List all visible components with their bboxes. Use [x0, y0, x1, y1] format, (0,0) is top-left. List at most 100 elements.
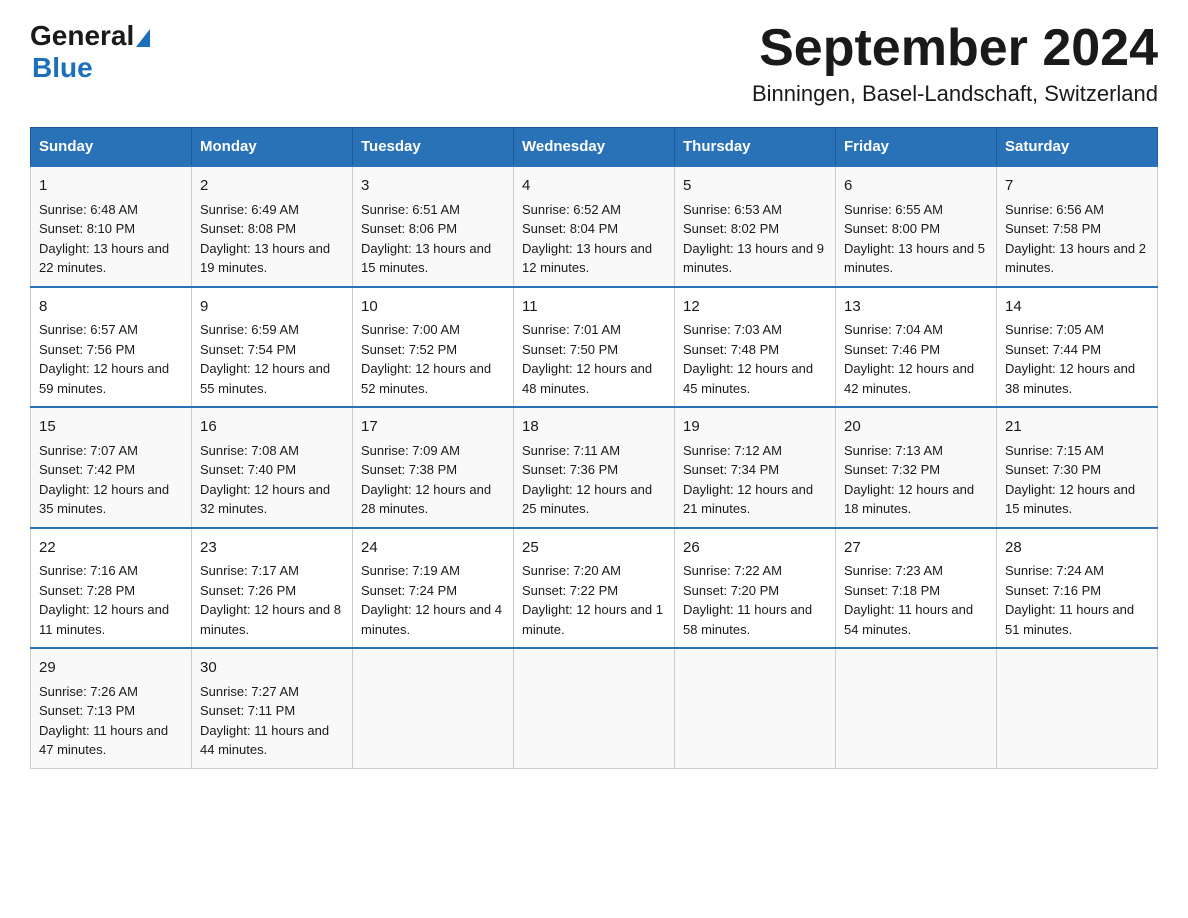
day-number: 17 [361, 416, 505, 439]
calendar-cell: 24 Sunrise: 7:19 AMSunset: 7:24 PMDayligh… [353, 528, 514, 649]
day-number: 11 [522, 296, 666, 319]
week-row-2: 8 Sunrise: 6:57 AMSunset: 7:56 PMDaylight… [31, 287, 1158, 408]
day-info: Sunrise: 7:03 AMSunset: 7:48 PMDaylight:… [683, 322, 813, 396]
weekday-header-row: SundayMondayTuesdayWednesdayThursdayFrid… [31, 128, 1158, 167]
calendar-cell [836, 648, 997, 768]
logo-general-text: General [30, 20, 134, 52]
day-info: Sunrise: 6:57 AMSunset: 7:56 PMDaylight:… [39, 322, 169, 396]
calendar-cell: 10Sunrise: 7:00 AMSunset: 7:52 PMDayligh… [353, 287, 514, 408]
calendar-cell: 15Sunrise: 7:07 AMSunset: 7:42 PMDayligh… [31, 407, 192, 528]
day-info: Sunrise: 7:00 AMSunset: 7:52 PMDaylight:… [361, 322, 491, 396]
day-info: Sunrise: 7:27 AMSunset: 7:11 PMDaylight:… [200, 684, 329, 758]
week-row-3: 15Sunrise: 7:07 AMSunset: 7:42 PMDayligh… [31, 407, 1158, 528]
day-number: 22 [39, 537, 183, 560]
day-number: 20 [844, 416, 988, 439]
week-row-5: 29Sunrise: 7:26 AMSunset: 7:13 PMDayligh… [31, 648, 1158, 768]
calendar-cell: 21 Sunrise: 7:15 AMSunset: 7:30 PMDayligh… [997, 407, 1158, 528]
day-number: 8 [39, 296, 183, 319]
day-number: 25 [522, 537, 666, 560]
calendar-cell: 14 Sunrise: 7:05 AMSunset: 7:44 PMDayligh… [997, 287, 1158, 408]
calendar-cell: 2 Sunrise: 6:49 AMSunset: 8:08 PMDaylight… [192, 166, 353, 287]
calendar-cell [514, 648, 675, 768]
calendar-cell [675, 648, 836, 768]
day-info: Sunrise: 7:07 AMSunset: 7:42 PMDaylight:… [39, 443, 169, 517]
day-info: Sunrise: 7:11 AMSunset: 7:36 PMDaylight:… [522, 443, 652, 517]
day-info: Sunrise: 6:56 AMSunset: 7:58 PMDaylight:… [1005, 202, 1146, 276]
day-number: 21 [1005, 416, 1149, 439]
calendar-cell: 9 Sunrise: 6:59 AMSunset: 7:54 PMDaylight… [192, 287, 353, 408]
calendar-cell: 25 Sunrise: 7:20 AMSunset: 7:22 PMDayligh… [514, 528, 675, 649]
page-header: General Blue September 2024 Binningen, B… [30, 20, 1158, 107]
day-info: Sunrise: 7:16 AMSunset: 7:28 PMDaylight:… [39, 563, 169, 637]
day-info: Sunrise: 6:48 AMSunset: 8:10 PMDaylight:… [39, 202, 169, 276]
day-number: 6 [844, 175, 988, 198]
day-info: Sunrise: 7:13 AMSunset: 7:32 PMDaylight:… [844, 443, 974, 517]
weekday-header-saturday: Saturday [997, 128, 1158, 167]
calendar-cell: 7 Sunrise: 6:56 AMSunset: 7:58 PMDaylight… [997, 166, 1158, 287]
calendar-cell: 5Sunrise: 6:53 AMSunset: 8:02 PMDaylight… [675, 166, 836, 287]
calendar-cell: 29Sunrise: 7:26 AMSunset: 7:13 PMDayligh… [31, 648, 192, 768]
weekday-header-thursday: Thursday [675, 128, 836, 167]
day-info: Sunrise: 6:53 AMSunset: 8:02 PMDaylight:… [683, 202, 824, 276]
day-info: Sunrise: 7:05 AMSunset: 7:44 PMDaylight:… [1005, 322, 1135, 396]
day-number: 2 [200, 175, 344, 198]
day-info: Sunrise: 7:09 AMSunset: 7:38 PMDaylight:… [361, 443, 491, 517]
calendar-cell [353, 648, 514, 768]
week-row-1: 1Sunrise: 6:48 AMSunset: 8:10 PMDaylight… [31, 166, 1158, 287]
calendar-cell: 26 Sunrise: 7:22 AMSunset: 7:20 PMDayligh… [675, 528, 836, 649]
day-number: 27 [844, 537, 988, 560]
location-title: Binningen, Basel-Landschaft, Switzerland [752, 81, 1158, 107]
calendar-cell: 13 Sunrise: 7:04 AMSunset: 7:46 PMDayligh… [836, 287, 997, 408]
day-info: Sunrise: 7:22 AMSunset: 7:20 PMDaylight:… [683, 563, 812, 637]
day-info: Sunrise: 7:08 AMSunset: 7:40 PMDaylight:… [200, 443, 330, 517]
calendar-cell: 12 Sunrise: 7:03 AMSunset: 7:48 PMDayligh… [675, 287, 836, 408]
day-number: 26 [683, 537, 827, 560]
day-info: Sunrise: 7:04 AMSunset: 7:46 PMDaylight:… [844, 322, 974, 396]
month-title: September 2024 [752, 20, 1158, 77]
calendar-cell [997, 648, 1158, 768]
day-number: 7 [1005, 175, 1149, 198]
day-number: 14 [1005, 296, 1149, 319]
weekday-header-wednesday: Wednesday [514, 128, 675, 167]
calendar-cell: 27Sunrise: 7:23 AMSunset: 7:18 PMDayligh… [836, 528, 997, 649]
logo: General Blue [30, 20, 152, 84]
calendar-cell: 3 Sunrise: 6:51 AMSunset: 8:06 PMDaylight… [353, 166, 514, 287]
day-info: Sunrise: 7:17 AMSunset: 7:26 PMDaylight:… [200, 563, 341, 637]
day-info: Sunrise: 7:24 AMSunset: 7:16 PMDaylight:… [1005, 563, 1134, 637]
day-number: 28 [1005, 537, 1149, 560]
day-number: 9 [200, 296, 344, 319]
calendar-cell: 6 Sunrise: 6:55 AMSunset: 8:00 PMDaylight… [836, 166, 997, 287]
weekday-header-friday: Friday [836, 128, 997, 167]
day-info: Sunrise: 6:59 AMSunset: 7:54 PMDaylight:… [200, 322, 330, 396]
day-number: 19 [683, 416, 827, 439]
calendar-cell: 18Sunrise: 7:11 AMSunset: 7:36 PMDayligh… [514, 407, 675, 528]
day-number: 30 [200, 657, 344, 680]
day-number: 4 [522, 175, 666, 198]
day-info: Sunrise: 7:20 AMSunset: 7:22 PMDaylight:… [522, 563, 663, 637]
weekday-header-tuesday: Tuesday [353, 128, 514, 167]
day-number: 23 [200, 537, 344, 560]
calendar-cell: 1Sunrise: 6:48 AMSunset: 8:10 PMDaylight… [31, 166, 192, 287]
day-number: 12 [683, 296, 827, 319]
calendar-cell: 30 Sunrise: 7:27 AMSunset: 7:11 PMDayligh… [192, 648, 353, 768]
day-info: Sunrise: 7:26 AMSunset: 7:13 PMDaylight:… [39, 684, 168, 758]
calendar-cell: 20 Sunrise: 7:13 AMSunset: 7:32 PMDayligh… [836, 407, 997, 528]
day-info: Sunrise: 7:15 AMSunset: 7:30 PMDaylight:… [1005, 443, 1135, 517]
calendar-table: SundayMondayTuesdayWednesdayThursdayFrid… [30, 127, 1158, 769]
day-number: 24 [361, 537, 505, 560]
week-row-4: 22 Sunrise: 7:16 AMSunset: 7:28 PMDayligh… [31, 528, 1158, 649]
day-info: Sunrise: 6:49 AMSunset: 8:08 PMDaylight:… [200, 202, 330, 276]
day-number: 13 [844, 296, 988, 319]
calendar-cell: 17 Sunrise: 7:09 AMSunset: 7:38 PMDayligh… [353, 407, 514, 528]
day-info: Sunrise: 7:12 AMSunset: 7:34 PMDaylight:… [683, 443, 813, 517]
day-number: 16 [200, 416, 344, 439]
calendar-cell: 28 Sunrise: 7:24 AMSunset: 7:16 PMDayligh… [997, 528, 1158, 649]
day-info: Sunrise: 6:51 AMSunset: 8:06 PMDaylight:… [361, 202, 491, 276]
day-info: Sunrise: 7:19 AMSunset: 7:24 PMDaylight:… [361, 563, 502, 637]
calendar-cell: 23 Sunrise: 7:17 AMSunset: 7:26 PMDayligh… [192, 528, 353, 649]
day-info: Sunrise: 7:01 AMSunset: 7:50 PMDaylight:… [522, 322, 652, 396]
calendar-cell: 4Sunrise: 6:52 AMSunset: 8:04 PMDaylight… [514, 166, 675, 287]
day-info: Sunrise: 6:55 AMSunset: 8:00 PMDaylight:… [844, 202, 985, 276]
day-number: 3 [361, 175, 505, 198]
weekday-header-monday: Monday [192, 128, 353, 167]
